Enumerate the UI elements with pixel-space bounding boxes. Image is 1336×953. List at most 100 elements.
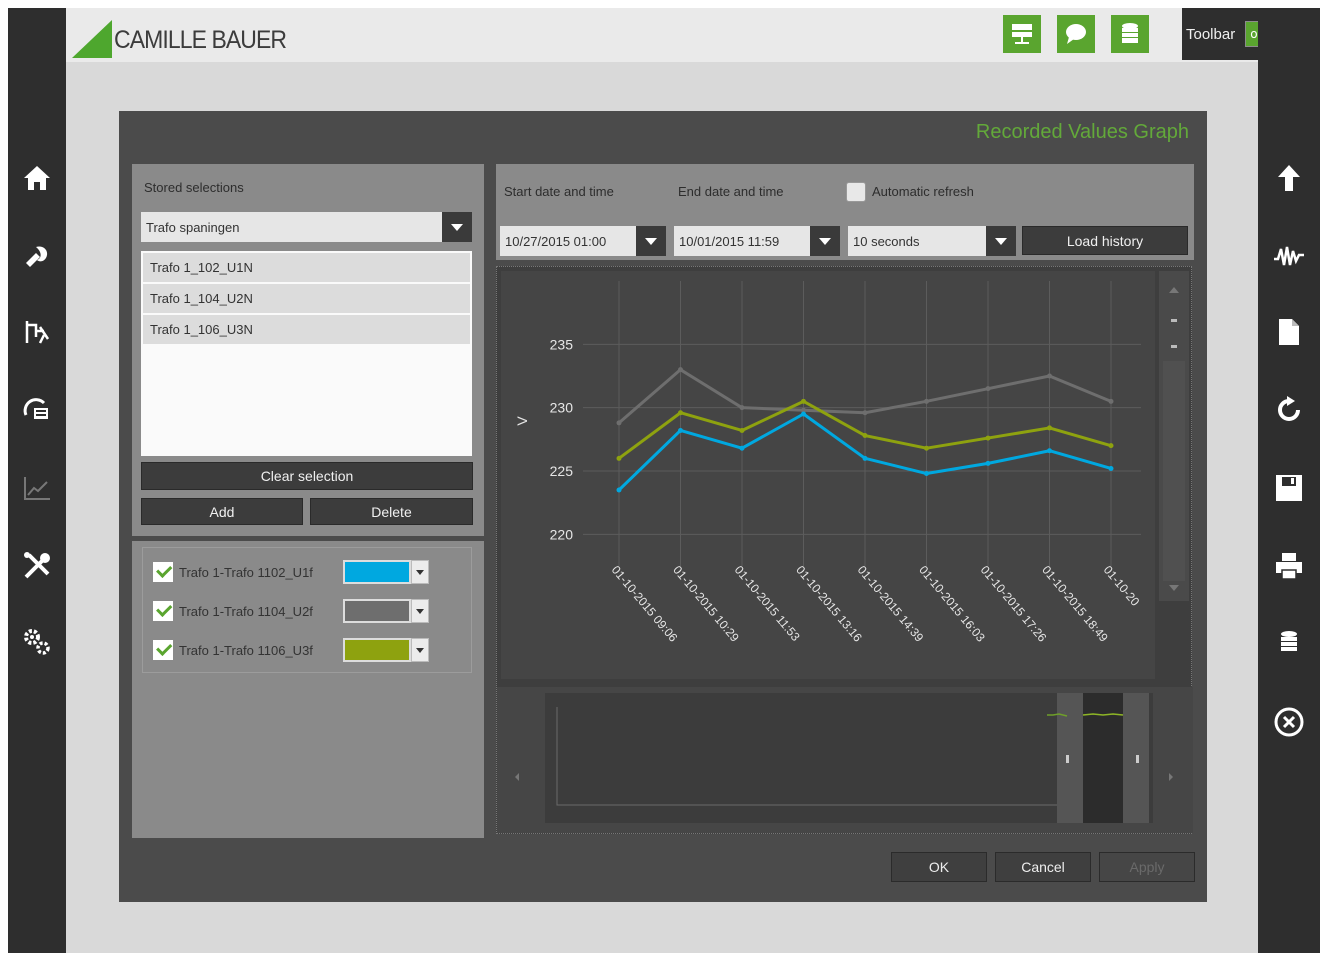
data-point bbox=[862, 433, 868, 439]
series-panel: Trafo 1-Trafo 1102_U1f Trafo 1-Trafo 110… bbox=[132, 541, 484, 838]
data-point bbox=[1047, 373, 1052, 379]
data-point bbox=[1047, 448, 1052, 454]
x-tick-label: 01-10-2015 17:26 bbox=[978, 563, 1050, 645]
y-tick-label: 230 bbox=[550, 400, 574, 416]
color-swatch[interactable] bbox=[343, 599, 411, 623]
list-item[interactable]: Trafo 1_102_U1N bbox=[143, 253, 470, 282]
chart-navigator[interactable] bbox=[497, 687, 1193, 833]
chevron-down-icon[interactable] bbox=[411, 560, 429, 584]
end-date-label: End date and time bbox=[678, 184, 784, 199]
close-circle-icon[interactable] bbox=[1258, 702, 1320, 742]
load-history-button[interactable]: Load history bbox=[1022, 226, 1188, 255]
y-tick-label: 220 bbox=[550, 526, 574, 542]
stored-selections-dropdown[interactable]: Trafo spaningen bbox=[141, 212, 472, 242]
dialog-title: Recorded Values Graph bbox=[975, 121, 1189, 143]
toolbar-label: Toolbar bbox=[1186, 25, 1236, 43]
database-icon[interactable] bbox=[1111, 15, 1149, 53]
data-point bbox=[924, 471, 929, 477]
data-point bbox=[678, 427, 683, 433]
selection-list[interactable]: Trafo 1_102_U1N Trafo 1_104_U2N Trafo 1_… bbox=[141, 251, 472, 456]
start-date-picker[interactable]: 10/27/2015 01:00 bbox=[500, 226, 666, 256]
series-checkbox[interactable] bbox=[153, 562, 173, 582]
series-label: Trafo 1-Trafo 1104_U2f bbox=[179, 603, 313, 619]
brand-name: CAMILLE BAUER bbox=[114, 26, 287, 54]
time-range-panel: Start date and time End date and time Au… bbox=[496, 164, 1194, 260]
scrollbar-graphics bbox=[1163, 287, 1185, 591]
add-button[interactable]: Add bbox=[141, 498, 303, 525]
color-swatch[interactable] bbox=[343, 560, 411, 584]
app-window: CAMILLE BAUER Toolbar on bbox=[0, 0, 1336, 953]
x-tick-label: 01-10-2015 11:53 bbox=[732, 563, 803, 644]
home-icon[interactable] bbox=[8, 158, 66, 198]
series-label: Trafo 1-Trafo 1102_U1f bbox=[179, 564, 313, 580]
stored-selections-panel: Stored selections Trafo spaningen Trafo … bbox=[132, 164, 484, 536]
save-icon[interactable] bbox=[1258, 468, 1320, 508]
print-icon[interactable] bbox=[1258, 546, 1320, 586]
series-checkbox[interactable] bbox=[153, 601, 173, 621]
clear-selection-button[interactable]: Clear selection bbox=[141, 462, 473, 490]
series-row: Trafo 1-Trafo 1102_U1f bbox=[153, 558, 429, 586]
data-point bbox=[678, 367, 683, 373]
y-axis-label: V bbox=[514, 416, 530, 426]
left-nav bbox=[8, 8, 66, 953]
list-item[interactable]: Trafo 1_104_U2N bbox=[143, 284, 470, 313]
trend-icon[interactable] bbox=[8, 468, 66, 508]
data-point bbox=[862, 455, 868, 461]
interval-value: 10 seconds bbox=[853, 233, 920, 249]
brand-logo: CAMILLE BAUER bbox=[72, 14, 301, 58]
chart-area: 235 230 225 220 V 01-10-2015 09:06 01-10-2015 … bbox=[496, 266, 1193, 834]
end-date-picker[interactable]: 10/01/2015 11:59 bbox=[674, 226, 840, 256]
x-tick-label: 01-10-2015 10:29 bbox=[670, 563, 742, 645]
cancel-button[interactable]: Cancel bbox=[995, 852, 1091, 882]
database-icon[interactable] bbox=[1258, 622, 1320, 662]
chevron-down-icon[interactable] bbox=[636, 226, 666, 256]
interval-dropdown[interactable]: 10 seconds bbox=[848, 226, 1016, 256]
chat-icon[interactable] bbox=[1057, 15, 1095, 53]
chevron-down-icon[interactable] bbox=[810, 226, 840, 256]
right-nav bbox=[1258, 8, 1320, 953]
delete-button[interactable]: Delete bbox=[310, 498, 473, 525]
chevron-down-icon[interactable] bbox=[986, 226, 1016, 256]
y-tick-label: 235 bbox=[550, 336, 574, 352]
data-point bbox=[1108, 465, 1114, 471]
stored-selections-label: Stored selections bbox=[144, 180, 244, 195]
document-icon[interactable] bbox=[1258, 312, 1320, 352]
data-point bbox=[1108, 443, 1114, 449]
color-swatch[interactable] bbox=[343, 638, 411, 662]
data-point bbox=[616, 455, 622, 461]
x-tick-label: 01-10-2015 09:06 bbox=[609, 563, 681, 645]
navigator-graphics bbox=[515, 693, 1173, 823]
upload-icon[interactable] bbox=[1258, 158, 1320, 198]
wrench-screwdriver-icon[interactable] bbox=[8, 546, 66, 586]
measurement-icon[interactable] bbox=[8, 312, 66, 352]
chevron-down-icon[interactable] bbox=[442, 212, 472, 242]
chevron-down-icon[interactable] bbox=[411, 599, 429, 623]
chart-vertical-scrollbar[interactable] bbox=[1159, 271, 1189, 601]
meter-icon[interactable] bbox=[8, 390, 66, 430]
list-item[interactable]: Trafo 1_106_U3N bbox=[143, 315, 470, 344]
data-point bbox=[739, 405, 745, 411]
data-point bbox=[1108, 398, 1114, 404]
line-chart[interactable]: 235230225220V01-10-2015 09:0601-10-2015 … bbox=[501, 271, 1155, 679]
start-date-value: 10/27/2015 01:00 bbox=[505, 233, 607, 249]
chevron-down-icon[interactable] bbox=[411, 638, 429, 662]
apply-button[interactable]: Apply bbox=[1099, 852, 1195, 882]
data-point bbox=[862, 410, 868, 416]
recorded-values-dialog: Recorded Values Graph Stored selections … bbox=[119, 111, 1207, 902]
auto-refresh-checkbox[interactable] bbox=[846, 182, 866, 202]
data-point bbox=[924, 445, 929, 451]
data-point bbox=[1047, 425, 1052, 431]
waveform-icon[interactable] bbox=[1258, 236, 1320, 276]
series-list: Trafo 1-Trafo 1102_U1f Trafo 1-Trafo 110… bbox=[142, 547, 472, 673]
series-checkbox[interactable] bbox=[153, 640, 173, 660]
settings-gears-icon[interactable] bbox=[8, 622, 66, 662]
data-point bbox=[801, 398, 806, 404]
tools-fire-icon[interactable] bbox=[8, 236, 66, 276]
x-tick-label: 01-10-2015 13:16 bbox=[793, 563, 865, 645]
ok-button[interactable]: OK bbox=[891, 852, 987, 882]
network-icon[interactable] bbox=[1003, 15, 1041, 53]
data-point bbox=[985, 386, 991, 392]
refresh-icon[interactable] bbox=[1258, 390, 1320, 430]
chart-plot: 235 230 225 220 V 01-10-2015 09:06 01-10-2015 … bbox=[501, 271, 1155, 679]
x-tick-label: 01-10-20 bbox=[1101, 563, 1143, 609]
